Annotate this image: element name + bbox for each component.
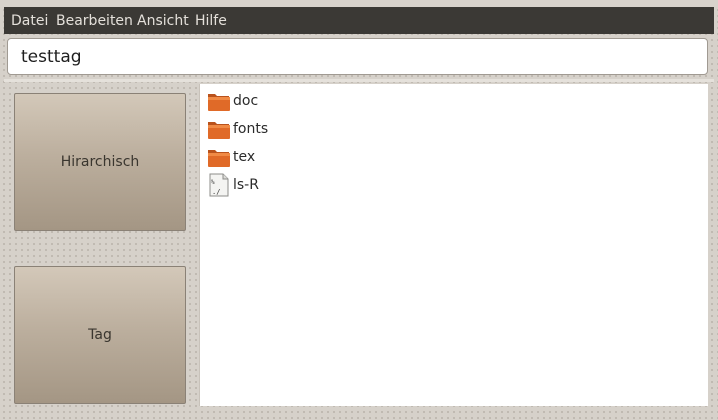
svg-text:./: ./ [212,188,220,196]
menu-bearbeiten[interactable]: Bearbeiten [56,12,133,30]
separator [4,79,714,82]
path-field[interactable] [7,38,708,75]
hierarchical-view-label: Hirarchisch [60,154,140,170]
file-item-tex[interactable]: tex [207,145,407,169]
file-name: doc [233,93,259,109]
script-file-icon: % ./ [209,173,229,197]
folder-icon [208,94,230,111]
main-window: Datei Bearbeiten Ansicht Hilfe Hirarchis… [0,0,718,420]
file-name: tex [233,149,256,165]
file-item-ls-r[interactable]: % ./ ls-R [207,173,407,197]
window-top-edge [0,0,718,7]
folder-icon [208,150,230,167]
tag-view-label: Tag [88,327,112,343]
hierarchical-view-button[interactable]: Hirarchisch [14,93,186,231]
menu-hilfe[interactable]: Hilfe [195,12,227,30]
file-item-fonts[interactable]: fonts [207,117,407,141]
path-input[interactable] [21,46,691,68]
file-name: fonts [233,121,269,137]
tag-view-button[interactable]: Tag [14,266,186,404]
file-name: ls-R [233,177,259,193]
svg-text:%: % [211,179,215,186]
menu-ansicht[interactable]: Ansicht [137,12,189,30]
file-item-doc[interactable]: doc [207,89,407,113]
folder-icon [208,122,230,139]
menu-datei[interactable]: Datei [11,12,48,30]
menubar: Datei Bearbeiten Ansicht Hilfe [4,7,714,34]
file-list-pane: doc fonts tex % ./ ls-R [199,84,708,406]
